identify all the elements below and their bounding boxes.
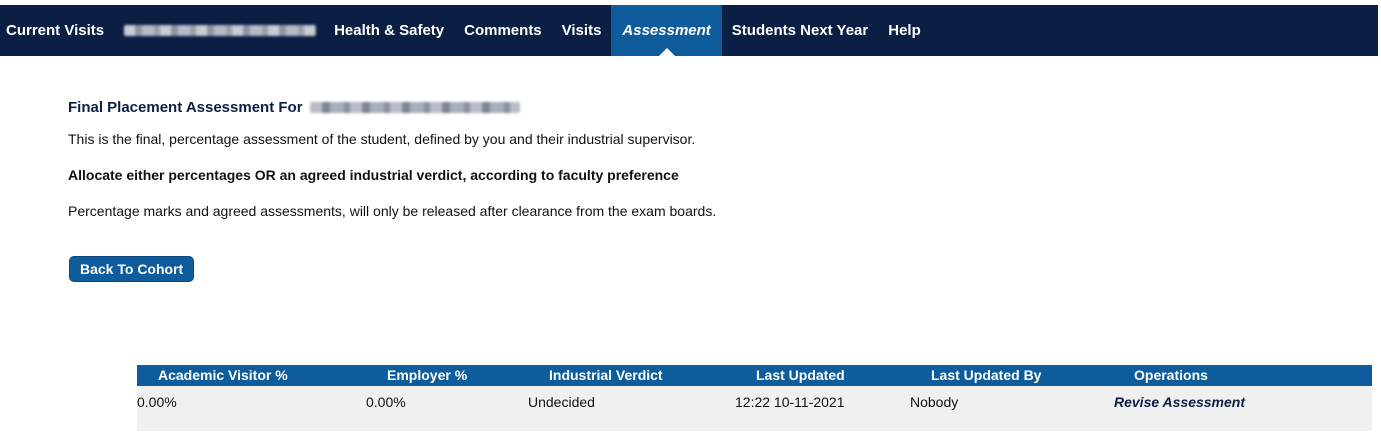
table-row: 0.00% 0.00% Undecided 12:22 10-11-2021 N… — [137, 386, 1372, 431]
top-navigation: Current Visits Health & Safety Comments … — [0, 5, 1378, 56]
nav-current-visits[interactable]: Current Visits — [0, 5, 114, 56]
cell-academic-visitor: 0.00% — [137, 394, 177, 410]
nav-visits[interactable]: Visits — [552, 5, 612, 56]
header-last-updated: Last Updated — [756, 367, 845, 383]
assessment-table: Academic Visitor % Employer % Industrial… — [137, 365, 1372, 431]
redacted-student-name[interactable] — [124, 25, 317, 36]
nav-health-safety[interactable]: Health & Safety — [324, 5, 454, 56]
main-content: Final Placement Assessment For This is t… — [68, 96, 1368, 282]
revise-assessment-link[interactable]: Revise Assessment — [1114, 394, 1245, 410]
allocation-instruction: Allocate either percentages OR an agreed… — [68, 167, 679, 183]
cell-employer: 0.00% — [366, 394, 406, 410]
cell-industrial-verdict: Undecided — [528, 394, 595, 410]
nav-comments[interactable]: Comments — [454, 5, 552, 56]
nav-help[interactable]: Help — [878, 5, 931, 56]
header-industrial-verdict: Industrial Verdict — [549, 367, 663, 383]
page-title-text: Final Placement Assessment For — [68, 98, 303, 116]
cell-last-updated-by: Nobody — [910, 394, 959, 410]
page-title: Final Placement Assessment For — [68, 96, 1368, 118]
nav-assessment[interactable]: Assessment — [611, 5, 722, 56]
back-to-cohort-button[interactable]: Back To Cohort — [69, 256, 195, 282]
redacted-student-name — [309, 101, 520, 113]
header-employer: Employer % — [387, 367, 468, 383]
cell-last-updated: 12:22 10-11-2021 — [735, 394, 845, 410]
header-last-updated-by: Last Updated By — [931, 367, 1042, 383]
header-operations: Operations — [1134, 367, 1208, 383]
release-note: Percentage marks and agreed assessments,… — [68, 203, 717, 219]
header-academic-visitor: Academic Visitor % — [158, 367, 288, 383]
assessment-description: This is the final, percentage assessment… — [68, 131, 696, 147]
table-header: Academic Visitor % Employer % Industrial… — [137, 365, 1372, 386]
nav-students-next-year[interactable]: Students Next Year — [722, 5, 878, 56]
